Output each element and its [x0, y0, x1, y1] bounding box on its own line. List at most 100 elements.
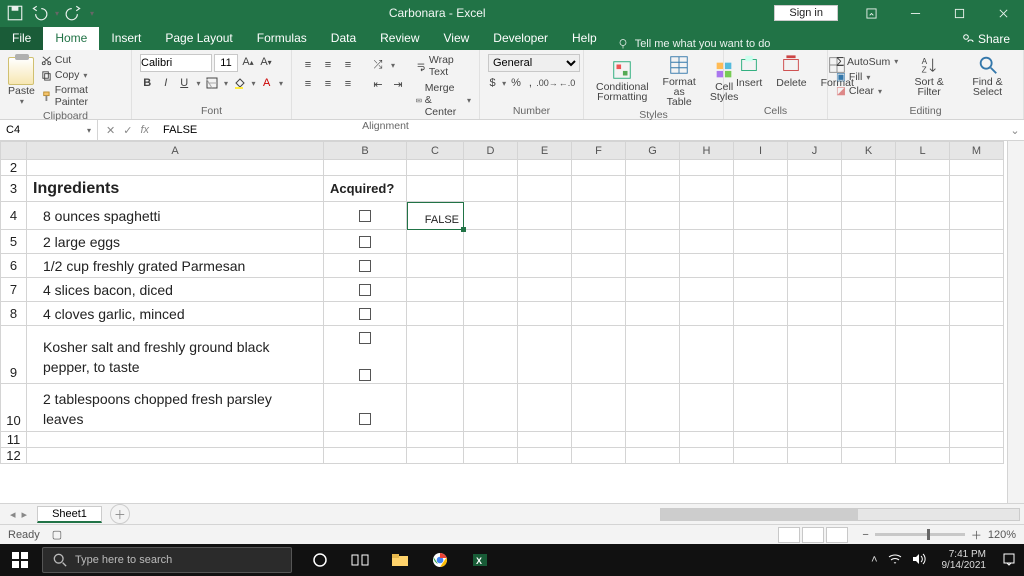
col-header[interactable]: K — [842, 142, 896, 160]
start-button[interactable] — [0, 544, 40, 576]
cell-A5[interactable]: 2 large eggs — [27, 230, 324, 254]
cell-B8[interactable] — [324, 302, 407, 326]
col-header[interactable]: H — [680, 142, 734, 160]
merge-center-button[interactable]: Merge & Center ▾ — [416, 82, 471, 118]
font-color-button[interactable]: A — [259, 75, 273, 91]
align-middle-icon[interactable]: ≡ — [320, 57, 336, 73]
align-top-icon[interactable]: ≡ — [300, 57, 316, 73]
cortana-icon[interactable] — [300, 544, 340, 576]
cell-B10[interactable] — [324, 384, 407, 432]
redo-icon[interactable] — [65, 4, 83, 22]
cell-B9[interactable] — [324, 326, 407, 384]
cell-B5[interactable] — [324, 230, 407, 254]
fill-button[interactable]: ▣Fill▾ — [836, 71, 898, 83]
orientation-icon[interactable]: ⤮ — [370, 57, 386, 73]
cell-B4[interactable] — [324, 202, 407, 230]
zoom-slider[interactable] — [875, 533, 965, 536]
clear-button[interactable]: ◪Clear▾ — [836, 85, 898, 97]
col-header[interactable]: F — [572, 142, 626, 160]
tab-formulas[interactable]: Formulas — [245, 27, 319, 50]
col-header[interactable]: A — [27, 142, 324, 160]
decrease-decimal-icon[interactable]: ←.0 — [559, 75, 575, 91]
increase-font-icon[interactable]: A▴ — [240, 54, 256, 70]
page-layout-view-icon[interactable] — [802, 527, 824, 543]
sign-in-button[interactable]: Sign in — [774, 5, 838, 21]
paste-button[interactable]: Paste ▾ — [8, 57, 35, 106]
sheet-tab-sheet1[interactable]: Sheet1 — [37, 506, 102, 523]
decrease-font-icon[interactable]: A▾ — [258, 54, 274, 70]
italic-button[interactable]: I — [158, 75, 172, 91]
align-left-icon[interactable]: ≡ — [300, 76, 316, 92]
cell-A8[interactable]: 4 cloves garlic, minced — [27, 302, 324, 326]
undo-icon[interactable] — [30, 4, 48, 22]
format-as-table-button[interactable]: Format as Table — [659, 54, 700, 107]
col-header[interactable]: I — [734, 142, 788, 160]
copy-button[interactable]: Copy▾ — [41, 69, 123, 81]
format-painter-button[interactable]: Format Painter — [41, 84, 123, 108]
taskbar-search[interactable]: Type here to search — [42, 547, 292, 573]
row-header[interactable]: 4 — [1, 202, 27, 230]
horizontal-scrollbar[interactable] — [130, 508, 1024, 521]
cell-A9[interactable]: Kosher salt and freshly ground black pep… — [27, 326, 324, 384]
fill-color-button[interactable] — [232, 75, 246, 91]
wifi-icon[interactable] — [888, 553, 902, 568]
normal-view-icon[interactable] — [778, 527, 800, 543]
find-select-button[interactable]: Find & Select — [960, 54, 1015, 97]
col-header[interactable]: M — [950, 142, 1004, 160]
col-header[interactable]: J — [788, 142, 842, 160]
cell-A4[interactable]: 8 ounces spaghetti — [27, 202, 324, 230]
row-header[interactable]: 12 — [1, 448, 27, 464]
cell-B7[interactable] — [324, 278, 407, 302]
column-header-row[interactable]: A B C D E F G H I J K L M — [1, 142, 1004, 160]
tab-view[interactable]: View — [432, 27, 482, 50]
decrease-indent-icon[interactable]: ⇤ — [370, 76, 386, 92]
new-sheet-button[interactable]: ＋ — [110, 504, 130, 524]
row-header[interactable]: 7 — [1, 278, 27, 302]
row-header[interactable]: 5 — [1, 230, 27, 254]
row-header[interactable]: 9 — [1, 326, 27, 384]
increase-indent-icon[interactable]: ⇥ — [390, 76, 406, 92]
underline-button[interactable]: U — [177, 75, 191, 91]
undo-dropdown-icon[interactable]: ▾ — [55, 9, 59, 18]
system-clock[interactable]: 7:41 PM 9/14/2021 — [936, 549, 993, 571]
checkbox-icon[interactable] — [359, 236, 371, 248]
cell-A6[interactable]: 1/2 cup freshly grated Parmesan — [27, 254, 324, 278]
tab-page-layout[interactable]: Page Layout — [153, 27, 244, 50]
fx-icon[interactable]: fx — [140, 124, 149, 136]
save-icon[interactable] — [6, 4, 24, 22]
wrap-text-button[interactable]: Wrap Text — [416, 54, 471, 78]
task-view-icon[interactable] — [340, 544, 380, 576]
sheet-nav-next-icon[interactable]: ▸ — [22, 508, 28, 521]
cell-A10[interactable]: 2 tablespoons chopped fresh parsley leav… — [27, 384, 324, 432]
conditional-formatting-button[interactable]: Conditional Formatting — [592, 59, 653, 102]
col-header[interactable]: E — [518, 142, 572, 160]
row-header[interactable]: 3 — [1, 176, 27, 202]
col-header[interactable]: C — [407, 142, 464, 160]
checkbox-icon[interactable] — [359, 284, 371, 296]
cell-B6[interactable] — [324, 254, 407, 278]
tab-help[interactable]: Help — [560, 27, 609, 50]
tab-file[interactable]: File — [0, 27, 43, 50]
align-right-icon[interactable]: ≡ — [340, 76, 356, 92]
checkbox-icon[interactable] — [359, 332, 371, 344]
row-header[interactable]: 2 — [1, 160, 27, 176]
vertical-scrollbar[interactable] — [1007, 141, 1024, 503]
sheet-nav-prev-icon[interactable]: ◂ — [10, 508, 16, 521]
checkbox-icon[interactable] — [359, 413, 371, 425]
formula-input[interactable]: FALSE — [157, 124, 1006, 136]
tab-insert[interactable]: Insert — [99, 27, 153, 50]
insert-cells-button[interactable]: Insert — [732, 54, 766, 89]
chrome-icon[interactable] — [420, 544, 460, 576]
align-bottom-icon[interactable]: ≡ — [340, 57, 356, 73]
row-header[interactable]: 6 — [1, 254, 27, 278]
font-family-select[interactable] — [140, 54, 212, 72]
select-all-corner[interactable] — [1, 142, 27, 160]
maximize-button[interactable] — [938, 0, 980, 26]
row-header[interactable]: 11 — [1, 432, 27, 448]
close-button[interactable] — [982, 0, 1024, 26]
name-box[interactable]: C4▾ — [0, 120, 98, 140]
minimize-button[interactable] — [894, 0, 936, 26]
number-format-select[interactable]: General — [488, 54, 580, 72]
spreadsheet-grid[interactable]: A B C D E F G H I J K L M 2 3 I — [0, 141, 1004, 464]
cell-B3[interactable]: Acquired? — [324, 176, 407, 202]
